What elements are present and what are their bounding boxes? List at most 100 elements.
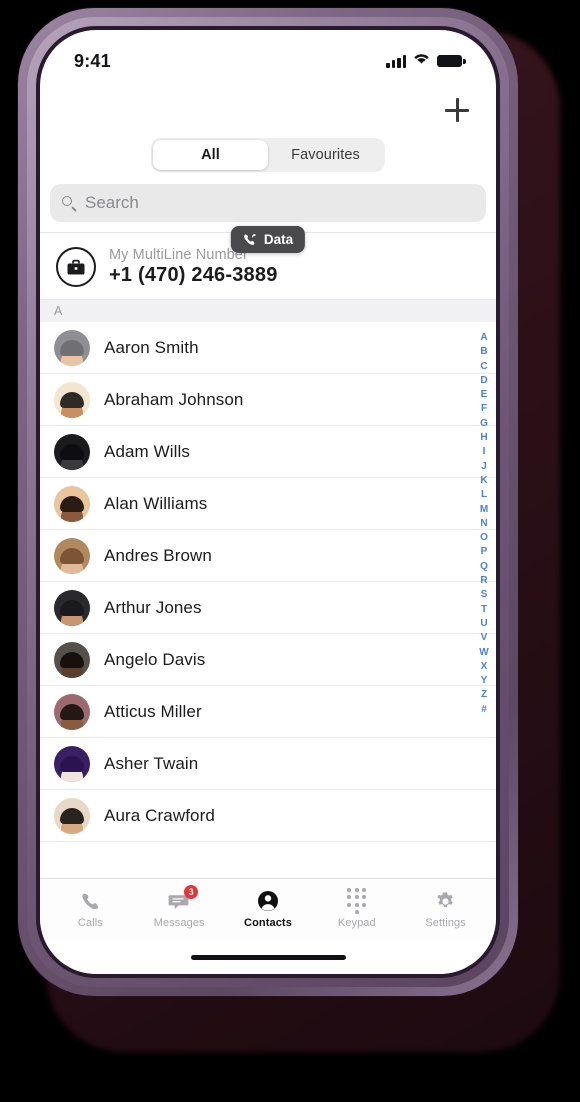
alpha-index-letter[interactable]: H <box>480 431 487 445</box>
alpha-index-letter[interactable]: V <box>481 631 488 645</box>
contact-name: Arthur Jones <box>104 597 202 617</box>
contacts-list-area: A Aaron Smith Abraham Johnson Adam Wills Al… <box>40 299 496 878</box>
search-placeholder: Search <box>85 193 139 212</box>
contact-row[interactable]: Alan Williams <box>40 478 496 530</box>
alpha-index-letter[interactable]: W <box>479 646 488 660</box>
tab-messages-label: Messages <box>153 917 205 929</box>
alpha-index-letter[interactable]: P <box>481 545 488 559</box>
alpha-index-letter[interactable]: I <box>483 445 486 459</box>
cellular-signal-icon <box>386 54 406 68</box>
avatar <box>54 381 90 418</box>
contact-name: Aura Crawford <box>104 805 215 825</box>
search-input[interactable]: Search <box>50 184 486 222</box>
alphabet-index-scrubber[interactable]: A B C D E F G H I J K L M N O P Q R S T U V W X Y Z # <box>476 331 492 872</box>
avatar <box>54 485 90 522</box>
alpha-index-letter[interactable]: A <box>480 331 487 345</box>
briefcase-icon <box>56 247 96 287</box>
gear-icon <box>435 890 456 912</box>
contacts-list: Aaron Smith Abraham Johnson Adam Wills Alan… <box>40 322 496 842</box>
contact-row[interactable]: Asher Twain <box>40 738 496 790</box>
contact-row[interactable]: Aura Crawford <box>40 790 496 842</box>
alpha-index-letter[interactable]: # <box>481 703 487 717</box>
contact-name: Aaron Smith <box>104 337 199 357</box>
status-bar-icons <box>386 52 466 70</box>
alpha-index-letter[interactable]: F <box>481 402 487 416</box>
alpha-index-letter[interactable]: Q <box>480 560 488 574</box>
alpha-index-letter[interactable]: M <box>480 503 488 517</box>
avatar <box>54 537 90 574</box>
data-badge-label: Data <box>263 232 294 247</box>
contact-row[interactable]: Adam Wills <box>40 426 496 478</box>
avatar <box>54 433 90 470</box>
contact-name: Abraham Johnson <box>104 389 244 409</box>
avatar <box>54 745 90 782</box>
contact-name: Adam Wills <box>104 441 191 461</box>
alpha-index-letter[interactable]: K <box>480 474 487 488</box>
segmented-control: All Favourites <box>151 138 385 172</box>
alpha-index-letter[interactable]: L <box>481 488 487 502</box>
avatar <box>54 641 90 678</box>
segmented-control-wrapper: All Favourites <box>40 136 496 184</box>
my-number-value: +1 (470) 246-3889 <box>109 264 278 286</box>
contact-row[interactable]: Andres Brown <box>40 530 496 582</box>
contact-row[interactable]: Abraham Johnson <box>40 374 496 426</box>
home-indicator-area <box>40 940 496 974</box>
contact-row[interactable]: Aaron Smith <box>40 322 496 374</box>
contact-name: Asher Twain <box>104 753 199 773</box>
avatar <box>54 589 90 626</box>
status-badge-data: Data <box>230 226 306 253</box>
alpha-index-letter[interactable]: N <box>480 517 487 531</box>
battery-full-icon <box>437 55 466 67</box>
contact-row[interactable]: Atticus Miller <box>40 686 496 738</box>
alpha-index-letter[interactable]: O <box>480 531 488 545</box>
tab-messages[interactable]: 3 Messages <box>135 879 224 940</box>
tab-all[interactable]: All <box>153 140 268 170</box>
status-bar-time: 9:41 <box>74 50 111 71</box>
avatar <box>54 693 90 730</box>
contact-row[interactable]: Arthur Jones <box>40 582 496 634</box>
phone-icon <box>80 890 101 912</box>
bottom-tab-bar: Calls 3 Messages Contacts Keypad Setting… <box>40 878 496 940</box>
alpha-index-letter[interactable]: R <box>480 574 487 588</box>
tab-contacts[interactable]: Contacts <box>224 879 313 940</box>
person-icon <box>257 890 279 912</box>
search-wrapper: Search <box>40 184 496 232</box>
phone-device-frame: 9:41 All Favourites Search Data My Multi… <box>18 8 518 996</box>
contact-name: Andres Brown <box>104 545 212 565</box>
tab-contacts-label: Contacts <box>244 917 292 929</box>
section-header-a: A <box>40 299 496 322</box>
messages-unread-badge: 3 <box>184 885 199 899</box>
alpha-index-letter[interactable]: J <box>481 460 487 474</box>
contact-name: Atticus Miller <box>104 701 202 721</box>
message-icon: 3 <box>168 885 199 912</box>
tab-settings[interactable]: Settings <box>401 879 490 940</box>
contact-name: Angelo Davis <box>104 649 206 669</box>
contact-row[interactable]: Angelo Davis <box>40 634 496 686</box>
alpha-index-letter[interactable]: X <box>481 660 488 674</box>
tab-favourites[interactable]: Favourites <box>268 140 383 170</box>
alpha-index-letter[interactable]: B <box>480 345 487 359</box>
keypad-icon <box>347 887 367 915</box>
alpha-index-letter[interactable]: Z <box>481 688 487 702</box>
tab-keypad[interactable]: Keypad <box>312 879 401 940</box>
alpha-index-letter[interactable]: Y <box>481 674 488 688</box>
tab-calls-label: Calls <box>77 917 103 929</box>
tab-calls[interactable]: Calls <box>46 879 135 940</box>
avatar <box>54 329 90 366</box>
alpha-index-letter[interactable]: G <box>480 417 488 431</box>
plus-icon[interactable] <box>440 93 474 127</box>
wifi-icon <box>413 52 430 70</box>
alpha-index-letter[interactable]: E <box>481 388 488 402</box>
navigation-bar <box>40 84 496 136</box>
alpha-index-letter[interactable]: D <box>480 374 487 388</box>
phone-screen: 9:41 All Favourites Search Data My Multi… <box>40 30 496 974</box>
tab-settings-label: Settings <box>425 917 466 929</box>
avatar <box>54 797 90 834</box>
alpha-index-letter[interactable]: C <box>480 360 487 374</box>
home-indicator[interactable] <box>190 954 346 960</box>
my-number-text: My MultiLine Number +1 (470) 246-3889 <box>109 247 278 287</box>
alpha-index-letter[interactable]: U <box>480 617 487 631</box>
tab-keypad-label: Keypad <box>337 917 376 929</box>
alpha-index-letter[interactable]: T <box>481 603 487 617</box>
alpha-index-letter[interactable]: S <box>481 588 488 602</box>
